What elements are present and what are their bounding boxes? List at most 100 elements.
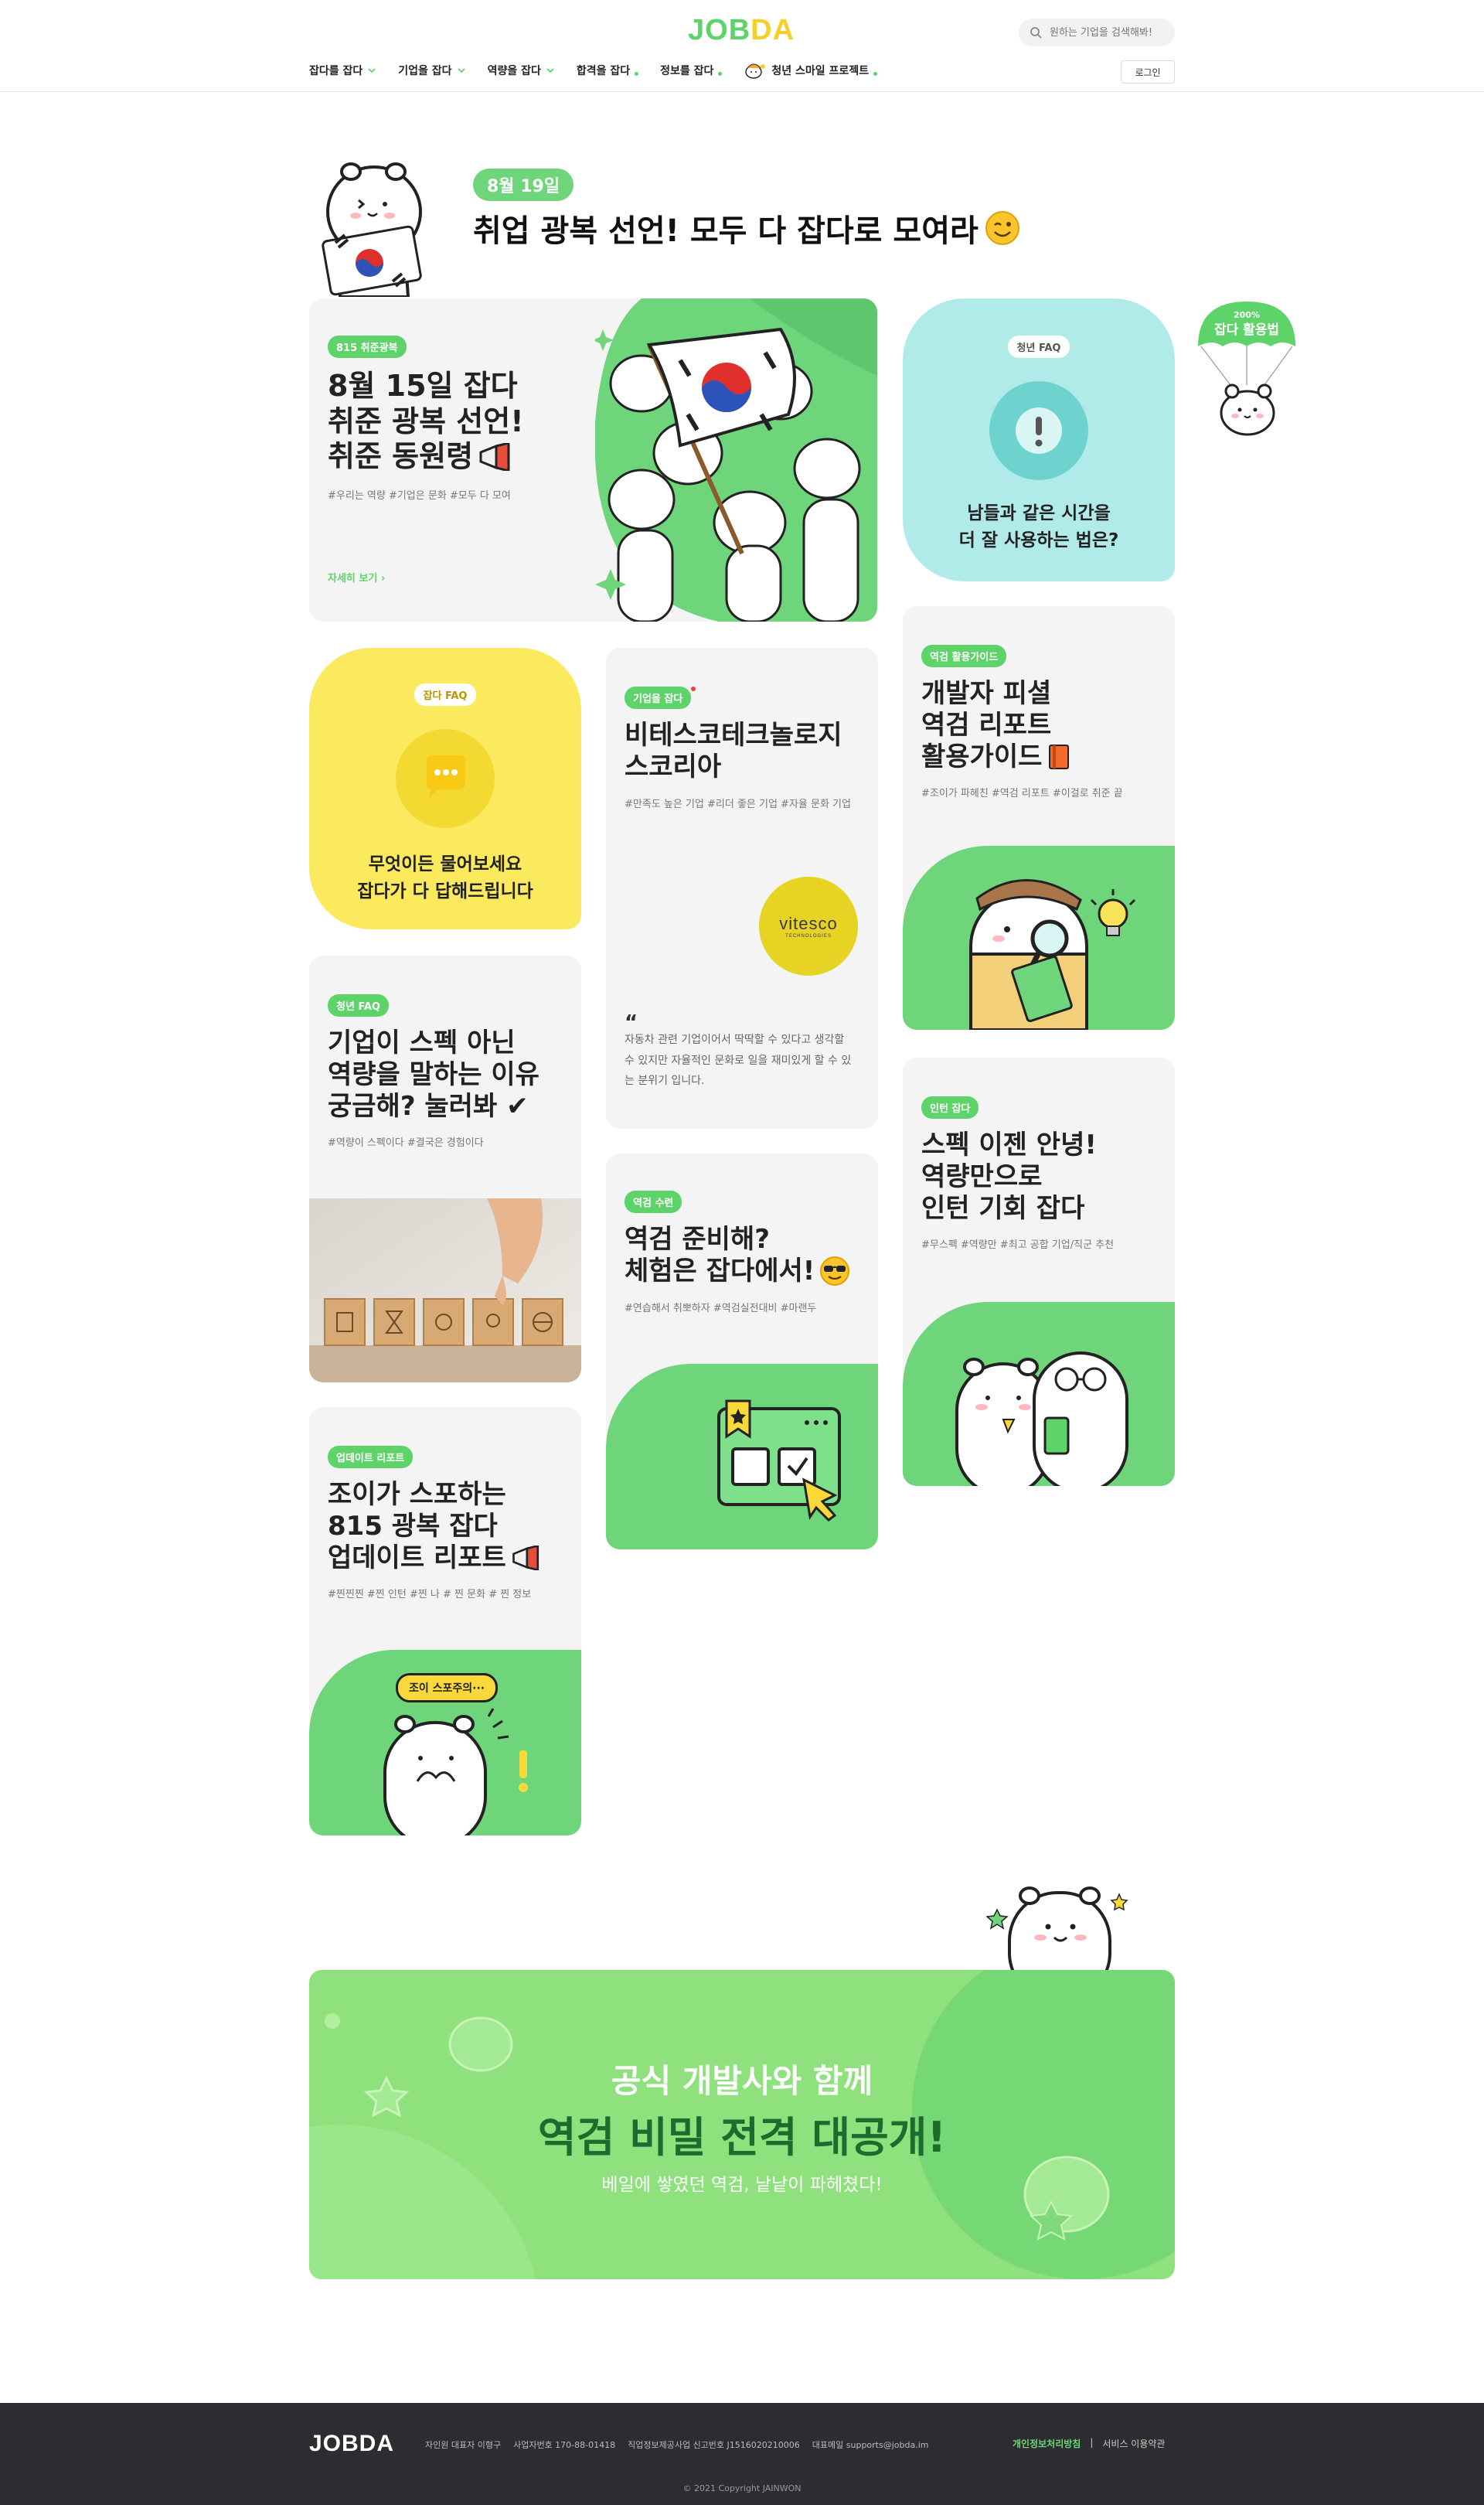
card-hashtags: #조이가 파헤친 #역검 리포트 #이걸로 취준 끝 xyxy=(921,788,1123,800)
faq-text-line: 남들과 같은 시간을 xyxy=(967,503,1111,523)
card-liberation[interactable]: 815 취준광복 8월 15일 잡다 취준 광복 선언! 취준 동원령 #우리는… xyxy=(309,298,877,622)
card-tag: 청년 FAQ xyxy=(328,994,389,1017)
card-tag: 인턴 잡다 xyxy=(921,1096,979,1119)
search-input[interactable] xyxy=(1050,26,1166,39)
flag-mascot-illustration xyxy=(322,162,422,297)
nav-pass[interactable]: 합격을 잡다 xyxy=(576,63,639,78)
card-hashtags: #무스펙 #역량만 #최고 공합 기업/직군 추천 xyxy=(921,1239,1115,1252)
card-tag: 청년 FAQ xyxy=(1007,336,1070,358)
book-icon xyxy=(1049,744,1070,769)
card-tag: 업데이트 리포트 xyxy=(328,1446,414,1468)
card-hashtags: #연습해서 취뽀하자 #역검실전대비 #마랜두 xyxy=(625,1302,817,1314)
card-title-line: 역검 리포트 xyxy=(921,709,1052,741)
company-logo: vitesco TECHNOLOGIES xyxy=(759,877,858,976)
nav-competency[interactable]: 역량을 잡다 xyxy=(488,63,555,78)
card-title-line: 스코리아 xyxy=(625,751,722,782)
card-title-line: 비테스코테크놀로지 xyxy=(625,720,842,751)
card-company[interactable]: 기업을 잡다 비테스코테크놀로지 스코리아 #만족도 높은 기업 #리더 좋은 … xyxy=(606,648,878,1129)
company-logo-text: vitesco xyxy=(779,914,838,933)
card-title-line: 기업이 스펙 아닌 xyxy=(328,1028,516,1058)
nav-label: 합격을 잡다 xyxy=(576,65,631,77)
nav-youth-smile[interactable]: 청년 스마일 프로젝트 xyxy=(744,62,878,79)
site-header: JOBDA 잡다를 잡다 기업을 잡다 역량을 잡다 합격을 잡다 정보를 잡다… xyxy=(0,0,1484,92)
card-youth-faq-time[interactable]: 청년 FAQ 남들과 같은 시간을 더 잘 사용하는 법은? xyxy=(903,298,1175,581)
company-quote: 자동차 관련 기업이어서 딱딱할 수 있다고 생각할 수 있지만 자율적인 문화… xyxy=(625,1034,852,1088)
card-prep[interactable]: 역검 수련 역검 준비해? 체험은 잡다에서! #연습해서 취뽀하자 #역검실전… xyxy=(606,1154,878,1549)
smile-mascot-icon xyxy=(745,63,766,79)
jobda-logo[interactable]: JOBDA xyxy=(688,14,795,47)
faq-text: 무엇이든 물어보세요 잡다가 다 답해드립니다 xyxy=(309,851,581,905)
detective-mascot-illustration xyxy=(969,879,1136,1030)
card-jobda-faq[interactable]: 잡다 FAQ 무엇이든 물어보세요 잡다가 다 답해드립니다 xyxy=(309,648,581,929)
chat-bubble-icon xyxy=(427,755,465,799)
faq-icon-circle xyxy=(989,381,1088,480)
banner-subtitle: 공식 개발사와 함께 xyxy=(611,2062,873,2100)
banner-title: 역검 비밀 전격 대공개! xyxy=(537,2113,947,2162)
card-title-line: 스펙 이젠 안녕! xyxy=(921,1130,1097,1160)
two-mascots-illustration xyxy=(955,1351,1128,1486)
logo-da: DA xyxy=(751,14,795,46)
company-info-item: 대표메일 supports@jobda.im xyxy=(812,2440,929,2450)
login-button[interactable]: 로그인 xyxy=(1121,60,1175,84)
wooden-blocks-photo xyxy=(309,1198,581,1382)
promo-banner[interactable]: 공식 개발사와 함께 역검 비밀 전격 대공개! 베일에 쌓였던 역검, 낱낱이… xyxy=(309,1970,1175,2279)
company-info: 자인원 대표자 이형구 사업자번호 170-88-01418 직업정보제공사업 … xyxy=(425,2439,928,2451)
card-tag: 815 취준광복 xyxy=(328,336,407,358)
card-title: 개발자 피셜 역검 리포트 활용가이드 xyxy=(921,678,1159,772)
main-nav: 잡다를 잡다 기업을 잡다 역량을 잡다 합격을 잡다 정보를 잡다 청년 스마… xyxy=(309,62,878,79)
parachute-mascot-badge[interactable]: 200% 잡다 활용법 xyxy=(1196,298,1297,438)
card-title-line: 역검 준비해? xyxy=(625,1224,770,1255)
chevron-down-icon xyxy=(457,68,465,73)
card-youth-faq-spec[interactable]: 청년 FAQ 기업이 스펙 아닌 역량을 말하는 이유 궁금해? 눌러봐 ✔ #… xyxy=(309,956,581,1382)
card-title: 기업이 스펙 아닌 역량을 말하는 이유 궁금해? 눌러봐 ✔ xyxy=(328,1028,566,1122)
exclamation-bubble-icon xyxy=(1016,407,1062,454)
nav-company[interactable]: 기업을 잡다 xyxy=(398,63,465,78)
badge-line2: 잡다 활용법 xyxy=(1214,322,1279,338)
nav-jobda[interactable]: 잡다를 잡다 xyxy=(309,63,376,78)
card-title-row: 활용가이드 xyxy=(921,741,1159,773)
nav-label: 청년 스마일 프로젝트 xyxy=(771,65,870,77)
chevron-down-icon xyxy=(368,68,376,73)
badge-line1: 200% xyxy=(1234,310,1260,320)
wink-emoji-icon xyxy=(985,211,1019,245)
card-title-line: 활용가이드 xyxy=(921,741,1043,772)
faq-text-line: 무엇이든 물어보세요 xyxy=(368,854,522,874)
terms-link[interactable]: 서비스 이용약관 xyxy=(1102,2437,1165,2450)
card-hashtags: #찐찐찐 #찐 인턴 #찐 나 # 찐 문화 # 찐 정보 xyxy=(328,1589,532,1601)
footer-links: 개인정보처리방침 | 서비스 이용약관 xyxy=(1013,2437,1165,2450)
hero-title-text: 취업 광복 선언! 모두 다 잡다로 모여라 xyxy=(473,213,979,249)
link-separator: | xyxy=(1090,2437,1094,2448)
card-tag: 역검 활용가이드 xyxy=(921,645,1007,667)
new-dot xyxy=(691,687,696,691)
hero-title: 취업 광복 선언! 모두 다 잡다로 모여라 xyxy=(473,206,1020,250)
sunglasses-emoji-icon xyxy=(820,1256,850,1287)
megaphone-icon xyxy=(479,442,510,471)
card-update[interactable]: 업데이트 리포트 조이가 스포하는 815 광복 잡다 업데이트 리포트 #찐찐… xyxy=(309,1407,581,1835)
read-more-link[interactable]: 자세히 보기 › xyxy=(328,570,385,584)
read-more-label: 자세히 보기 xyxy=(328,573,378,584)
card-title-row: 체험은 잡다에서! xyxy=(625,1256,863,1287)
logo-job: JOB xyxy=(688,14,751,46)
search-icon xyxy=(1030,27,1042,39)
footer-logo[interactable]: JOBDA xyxy=(309,2431,394,2457)
card-hashtags: #만족도 높은 기업 #리더 좋은 기업 #자율 문화 기업 xyxy=(625,798,851,810)
new-dot xyxy=(873,71,878,76)
card-tag: 역검 수련 xyxy=(625,1191,682,1213)
speech-bubble: 조이 스포주의··· xyxy=(396,1673,499,1702)
card-tag: 잡다 FAQ xyxy=(414,683,477,706)
faq-text-line: 잡다가 다 답해드립니다 xyxy=(357,881,533,901)
search-box[interactable] xyxy=(1019,19,1175,46)
company-info-item: 자인원 대표자 이형구 xyxy=(425,2440,502,2450)
faq-icon-circle xyxy=(396,729,495,828)
new-dot xyxy=(718,71,723,76)
card-title-line: 인턴 기회 잡다 xyxy=(921,1192,1085,1224)
card-intern[interactable]: 인턴 잡다 스펙 이젠 안녕! 역량만으로 인턴 기회 잡다 #무스펙 #역량만… xyxy=(903,1058,1175,1486)
company-logo-sub: TECHNOLOGIES xyxy=(785,934,832,939)
company-info-item: 사업자번호 170-88-01418 xyxy=(513,2440,616,2450)
card-title: 비테스코테크놀로지 스코리아 xyxy=(625,720,863,783)
card-title-row: 업데이트 리포트 xyxy=(328,1542,566,1574)
quiz-window-illustration xyxy=(717,1399,841,1522)
privacy-policy-link[interactable]: 개인정보처리방침 xyxy=(1013,2437,1081,2450)
card-dev-guide[interactable]: 역검 활용가이드 개발자 피셜 역검 리포트 활용가이드 #조이가 파헤친 #역… xyxy=(903,606,1175,1030)
nav-info[interactable]: 정보를 잡다 xyxy=(660,63,723,78)
